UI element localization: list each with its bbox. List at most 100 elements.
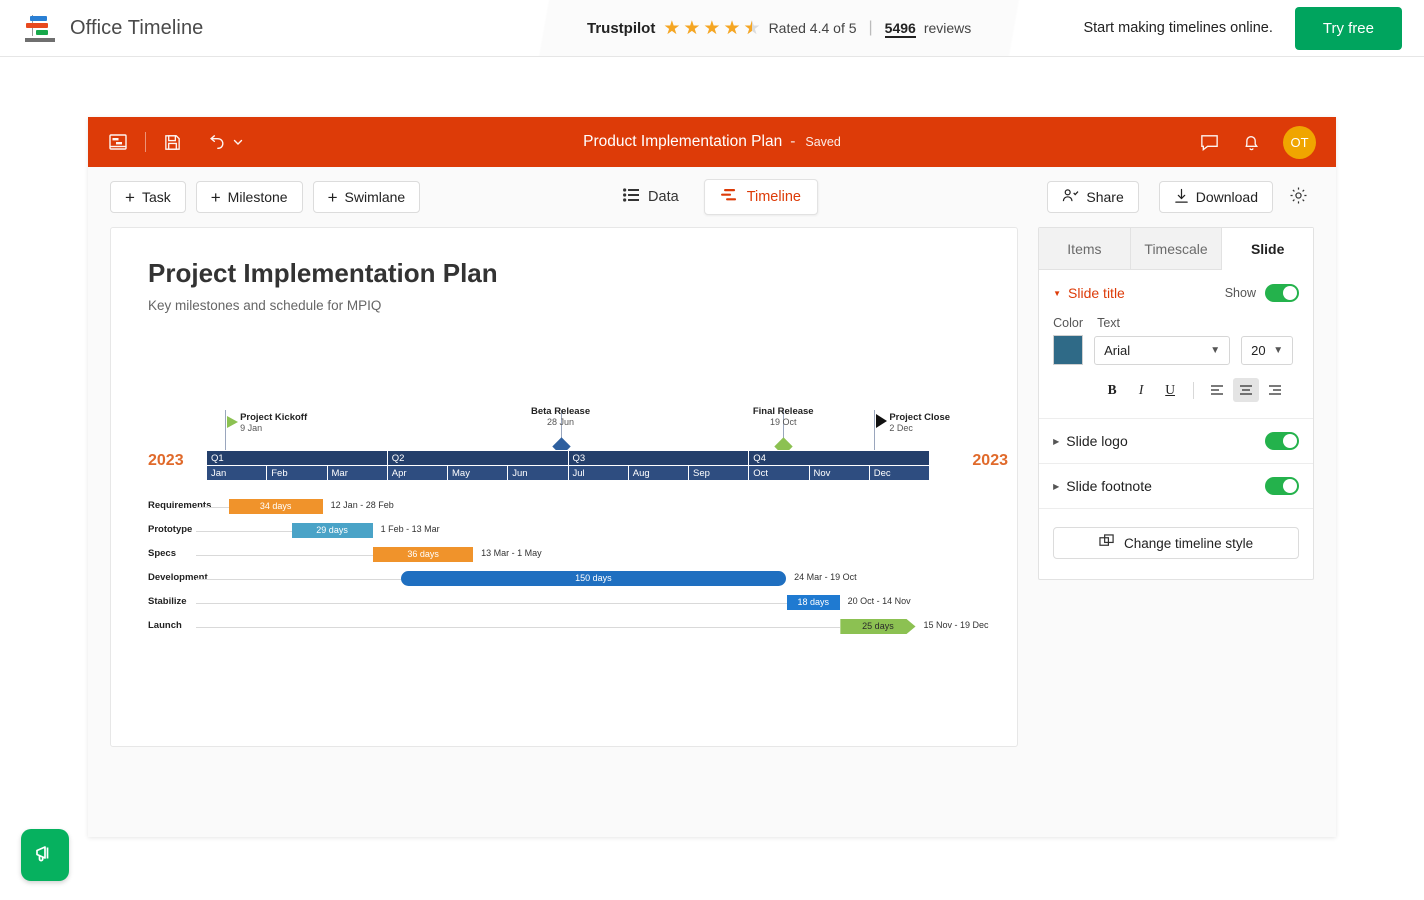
month-cell: Aug	[629, 465, 689, 480]
add-swimlane-label: Swimlane	[345, 189, 406, 205]
caret-right-icon[interactable]: ▶	[1053, 482, 1059, 491]
task-row[interactable]: Prototype29 days1 Feb - 13 Mar	[148, 520, 1008, 544]
task-label: Requirements	[148, 500, 211, 511]
reviews-count-link[interactable]: 5496	[885, 20, 916, 38]
tab-timeline[interactable]: Timeline	[704, 179, 818, 215]
milestone-flag-icon	[876, 414, 887, 428]
slide-logo-toggle[interactable]	[1265, 432, 1299, 450]
header-cta: Start making timelines online. Try free	[1057, 0, 1424, 56]
title-color-swatch[interactable]	[1053, 335, 1083, 365]
add-swimlane-button[interactable]: + Swimlane	[313, 181, 421, 213]
task-dates: 1 Feb - 13 Mar	[381, 524, 440, 534]
change-style-label: Change timeline style	[1124, 536, 1253, 551]
slide-title-toggle[interactable]	[1265, 284, 1299, 302]
timeline-slide[interactable]: Project Implementation Plan Key mileston…	[110, 227, 1018, 747]
panel-tabs: Items Timescale Slide	[1039, 228, 1313, 270]
gear-icon	[1289, 186, 1308, 208]
task-leader-line	[196, 603, 787, 604]
save-icon[interactable]	[163, 133, 182, 152]
milestone-name: Beta Release	[531, 406, 590, 417]
font-size-select[interactable]: 20 ▼	[1241, 336, 1293, 365]
site-header: Office Timeline Trustpilot ★★★★ ★★ Rated…	[0, 0, 1424, 57]
document-title-group: Product Implementation Plan-Saved	[88, 133, 1336, 151]
slide-title-text[interactable]: Project Implementation Plan	[148, 258, 498, 289]
task-leader-line	[196, 531, 292, 532]
caret-right-icon[interactable]: ▶	[1053, 437, 1059, 446]
caret-down-icon[interactable]: ▼	[1053, 289, 1061, 298]
month-cell: Nov	[810, 465, 870, 480]
copy-style-icon	[1099, 534, 1115, 552]
align-left-button[interactable]	[1204, 378, 1230, 402]
year-label-right: 2023	[972, 452, 1008, 470]
panel-tab-items[interactable]: Items	[1039, 228, 1131, 270]
app-titlebar: Product Implementation Plan-Saved OT	[88, 117, 1336, 167]
timescale-band[interactable]: Q1Q2Q3Q4 JanFebMarAprMayJunJulAugSepOctN…	[207, 450, 930, 480]
slide-title-section-label: Slide title	[1068, 285, 1125, 301]
month-cell: Dec	[870, 465, 930, 480]
task-bar[interactable]: 18 days	[787, 595, 840, 610]
month-cell: Sep	[689, 465, 749, 480]
task-bar[interactable]: 25 days	[840, 619, 915, 634]
settings-button[interactable]	[1283, 182, 1314, 212]
task-bar[interactable]: 36 days	[373, 547, 473, 562]
panel-tab-timescale[interactable]: Timescale	[1131, 228, 1223, 270]
download-button[interactable]: Download	[1159, 181, 1273, 213]
slide-footnote-toggle[interactable]	[1265, 477, 1299, 495]
month-cell: Apr	[388, 465, 448, 480]
task-row[interactable]: Specs36 days13 Mar - 1 May	[148, 544, 1008, 568]
app-toolbar: + Task + Milestone + Swimlane Data	[88, 167, 1336, 227]
task-rows: Requirements34 days12 Jan - 28 FebProtot…	[148, 496, 1008, 640]
share-button[interactable]: Share	[1047, 181, 1138, 213]
try-free-button[interactable]: Try free	[1295, 7, 1402, 50]
panel-footer: Change timeline style	[1039, 509, 1313, 579]
add-task-label: Task	[142, 189, 171, 205]
task-leader-line	[196, 579, 401, 580]
plus-icon: +	[328, 189, 338, 206]
task-dates: 12 Jan - 28 Feb	[331, 500, 394, 510]
task-row[interactable]: Development150 days24 Mar - 19 Oct	[148, 568, 1008, 592]
task-bar[interactable]: 29 days	[292, 523, 373, 538]
announcements-button[interactable]	[21, 829, 69, 881]
italic-button[interactable]: I	[1128, 378, 1154, 402]
add-milestone-button[interactable]: + Milestone	[196, 181, 303, 213]
slide-logo-section: ▶ Slide logo	[1039, 419, 1313, 464]
task-row[interactable]: Stabilize18 days20 Oct - 14 Nov	[148, 592, 1008, 616]
task-bar[interactable]: 150 days	[401, 571, 786, 586]
view-switcher: Data Timeline	[606, 179, 818, 215]
tab-data[interactable]: Data	[606, 179, 696, 215]
bell-icon[interactable]	[1242, 132, 1261, 152]
underline-button[interactable]: U	[1157, 378, 1183, 402]
trustpilot-label: Trustpilot	[587, 20, 655, 37]
panel-tab-slide[interactable]: Slide	[1222, 228, 1313, 270]
rating-text: Rated 4.4 of 5	[769, 20, 857, 36]
save-status: Saved	[805, 135, 840, 149]
gantt-home-icon[interactable]	[108, 133, 128, 151]
milestone-date: 28 Jun	[531, 417, 590, 427]
star-rating-icon: ★★★★ ★★	[663, 19, 760, 38]
undo-icon[interactable]	[206, 132, 226, 152]
change-timeline-style-button[interactable]: Change timeline style	[1053, 527, 1299, 559]
task-bar[interactable]: 34 days	[229, 499, 323, 514]
milestone-name: Project Close	[889, 412, 950, 423]
align-right-button[interactable]	[1262, 378, 1288, 402]
bold-button[interactable]: B	[1099, 378, 1125, 402]
task-row[interactable]: Requirements 34 days 12 Jan - 28 Feb	[148, 496, 1008, 520]
task-dates: 24 Mar - 19 Oct	[794, 572, 857, 582]
font-family-select[interactable]: Arial ▼	[1094, 336, 1230, 365]
trustpilot-rating[interactable]: Trustpilot ★★★★ ★★ Rated 4.4 of 5 | 5496…	[560, 0, 998, 56]
align-center-button[interactable]	[1233, 378, 1259, 402]
slide-subtitle-text[interactable]: Key milestones and schedule for MPIQ	[148, 298, 381, 313]
brand[interactable]: Office Timeline	[0, 0, 560, 56]
tab-timeline-label: Timeline	[747, 189, 801, 205]
month-cell: Feb	[267, 465, 327, 480]
chevron-down-icon: ▼	[1273, 345, 1283, 356]
month-cell: Jan	[207, 465, 267, 480]
add-task-button[interactable]: + Task	[110, 181, 186, 213]
format-divider	[1193, 382, 1194, 399]
comment-icon[interactable]	[1199, 132, 1220, 153]
avatar[interactable]: OT	[1283, 126, 1316, 159]
milestone-label-group: Final Release19 Oct	[753, 406, 814, 427]
chevron-down-icon[interactable]	[232, 136, 244, 148]
slide-footnote-section: ▶ Slide footnote	[1039, 464, 1313, 509]
task-row[interactable]: Launch25 days15 Nov - 19 Dec	[148, 616, 1008, 640]
